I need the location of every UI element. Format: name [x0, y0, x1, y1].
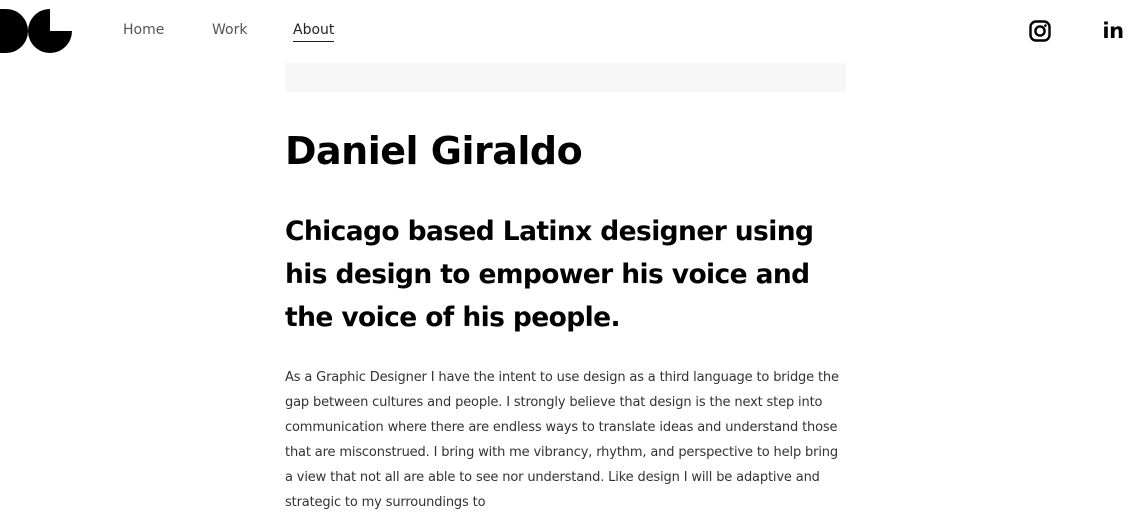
page-title: Daniel Giraldo — [285, 129, 583, 173]
bio-paragraph: As a Graphic Designer I have the intent … — [285, 370, 839, 510]
about-section: Daniel Giraldo Chicago based Latinx desi… — [285, 124, 845, 515]
dg-logo-icon[interactable] — [0, 9, 72, 53]
page: Home Work About in Daniel Giraldo Chicag… — [0, 0, 1128, 527]
nav-work-link[interactable]: Work — [212, 20, 247, 40]
linkedin-icon[interactable]: in — [1101, 18, 1125, 44]
nav-about-link[interactable]: About — [293, 20, 335, 42]
hero-image-placeholder — [285, 63, 846, 92]
instagram-icon[interactable] — [1028, 18, 1052, 44]
tagline-heading: Chicago based Latinx designer using his … — [285, 216, 814, 333]
nav-home-link[interactable]: Home — [123, 20, 164, 40]
